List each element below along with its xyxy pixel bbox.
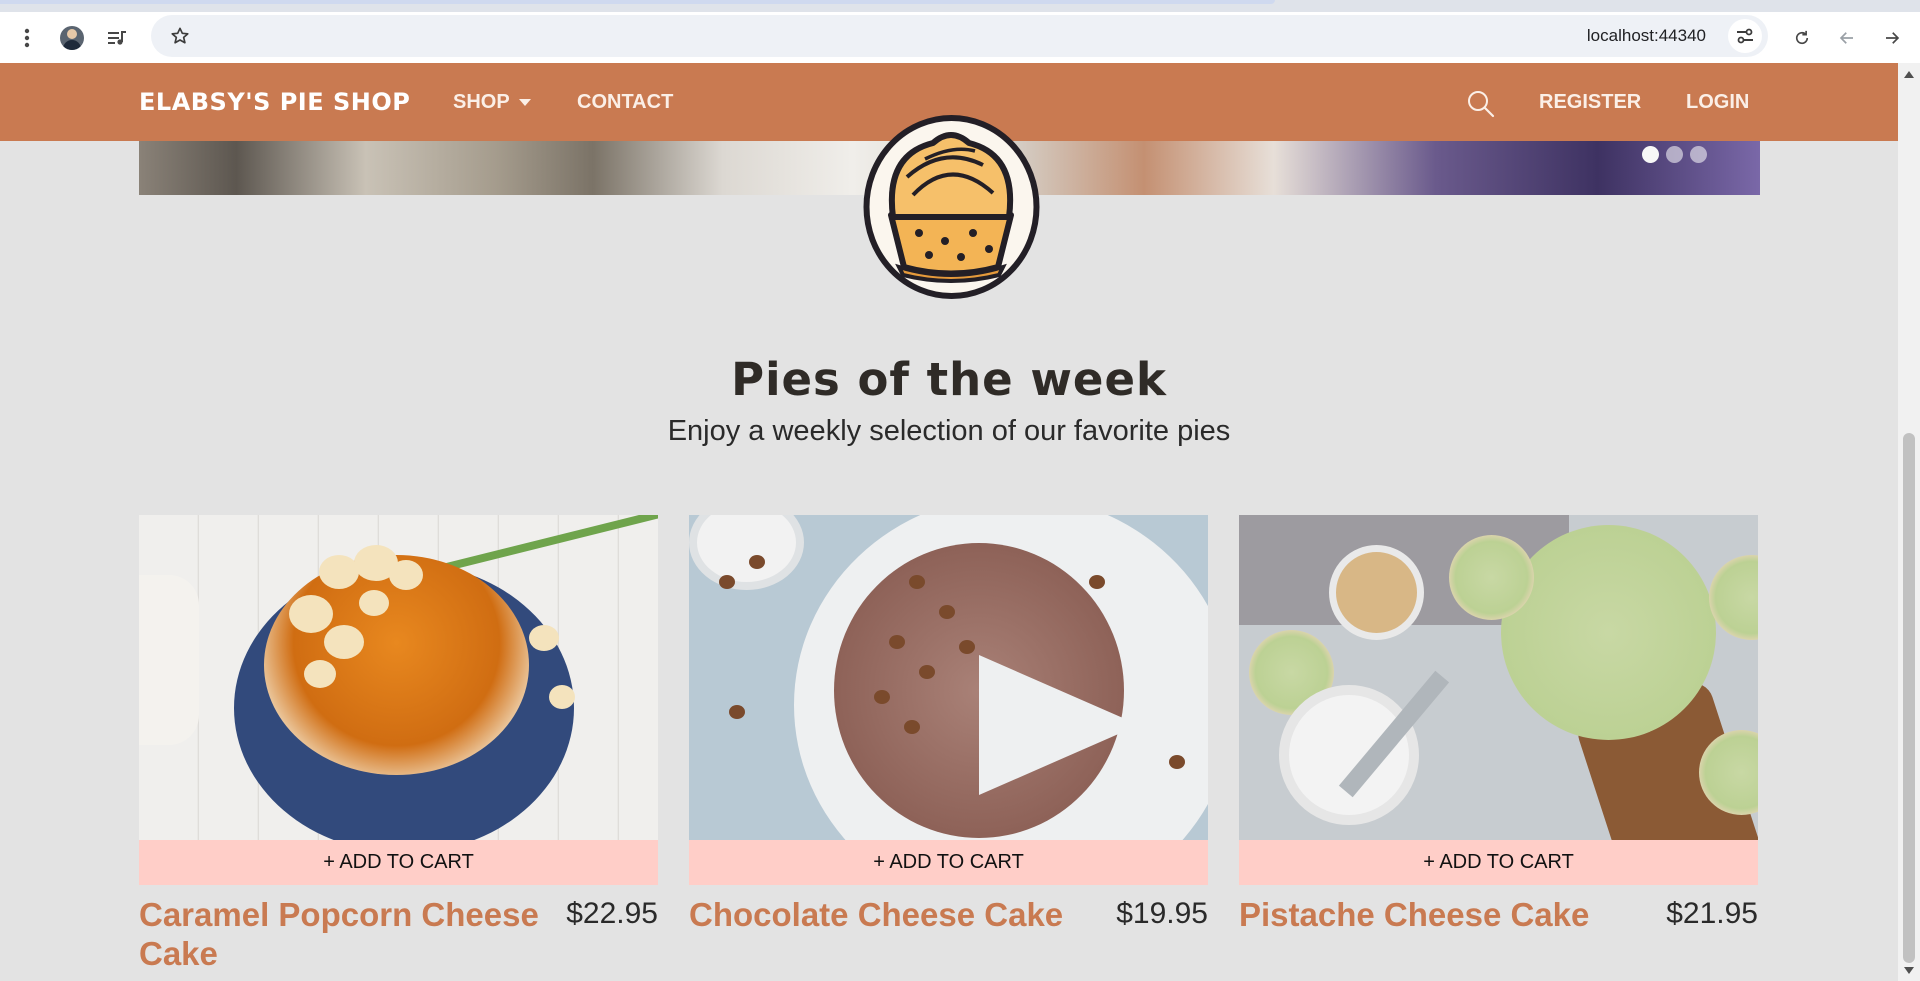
add-to-cart-button[interactable]: + ADD TO CART bbox=[1239, 840, 1758, 885]
pie-card: + ADD TO CART Chocolate Cheese Cake $19.… bbox=[689, 515, 1208, 934]
pie-name-link[interactable]: Caramel Popcorn Cheese Cake bbox=[139, 895, 559, 973]
page-scrollbar[interactable] bbox=[1898, 63, 1920, 981]
nav-contact-link[interactable]: CONTACT bbox=[577, 63, 673, 141]
nav-register-link[interactable]: REGISTER bbox=[1539, 63, 1641, 141]
star-icon[interactable] bbox=[167, 15, 193, 57]
section-title: Pies of the week bbox=[731, 353, 1167, 406]
carousel-indicators bbox=[1642, 146, 1707, 163]
pie-price: $19.95 bbox=[1116, 897, 1208, 930]
url-text: localhost:44340 bbox=[1586, 26, 1706, 45]
scrollbar-thumb[interactable] bbox=[1903, 433, 1915, 963]
forward-arrow-icon[interactable] bbox=[1874, 12, 1910, 63]
pie-info: Chocolate Cheese Cake $19.95 bbox=[689, 895, 1208, 934]
pie-name-link[interactable]: Chocolate Cheese Cake bbox=[689, 895, 1109, 934]
scroll-up-arrow-icon[interactable] bbox=[1898, 68, 1920, 80]
scroll-down-arrow-icon[interactable] bbox=[1898, 964, 1920, 976]
profile-avatar-button[interactable] bbox=[54, 12, 90, 63]
reload-icon[interactable] bbox=[1784, 12, 1820, 63]
caret-down-icon bbox=[518, 99, 531, 107]
nav-login-link[interactable]: LOGIN bbox=[1686, 63, 1749, 141]
pie-shop-logo bbox=[863, 115, 1040, 299]
pie-image[interactable] bbox=[139, 515, 658, 840]
back-arrow-icon[interactable] bbox=[1829, 12, 1865, 63]
carousel-dot-1[interactable] bbox=[1642, 146, 1659, 163]
brand-logo-link[interactable]: ELABSY'S PIE SHOP bbox=[139, 63, 410, 141]
pie-image[interactable] bbox=[689, 515, 1208, 840]
kebab-menu-icon[interactable] bbox=[9, 12, 45, 63]
carousel-dot-3[interactable] bbox=[1690, 146, 1707, 163]
add-to-cart-button[interactable]: + ADD TO CART bbox=[139, 840, 658, 885]
address-bar[interactable]: localhost:44340 bbox=[151, 15, 1768, 57]
search-icon[interactable] bbox=[1466, 89, 1496, 119]
pie-price: $22.95 bbox=[566, 897, 658, 930]
tune-icon[interactable] bbox=[1728, 19, 1762, 53]
browser-toolbar: localhost:44340 bbox=[0, 12, 1920, 63]
pie-info: Pistache Cheese Cake $21.95 bbox=[1239, 895, 1758, 934]
pie-image[interactable] bbox=[1239, 515, 1758, 840]
active-tab-indicator[interactable] bbox=[0, 0, 1275, 4]
pie-card: + ADD TO CART Pistache Cheese Cake $21.9… bbox=[1239, 515, 1758, 934]
pie-card: + ADD TO CART Caramel Popcorn Cheese Cak… bbox=[139, 515, 658, 973]
pie-name-link[interactable]: Pistache Cheese Cake bbox=[1239, 895, 1659, 934]
pie-info: Caramel Popcorn Cheese Cake $22.95 bbox=[139, 895, 658, 973]
nav-shop-label: SHOP bbox=[453, 91, 510, 113]
carousel-dot-2[interactable] bbox=[1666, 146, 1683, 163]
pie-price: $21.95 bbox=[1666, 897, 1758, 930]
add-to-cart-button[interactable]: + ADD TO CART bbox=[689, 840, 1208, 885]
nav-shop-dropdown[interactable]: SHOP bbox=[453, 63, 531, 141]
avatar bbox=[60, 25, 84, 50]
tab-strip bbox=[0, 0, 1920, 12]
section-subtitle: Enjoy a weekly selection of our favorite… bbox=[667, 415, 1231, 447]
media-controls-icon[interactable] bbox=[99, 12, 135, 63]
